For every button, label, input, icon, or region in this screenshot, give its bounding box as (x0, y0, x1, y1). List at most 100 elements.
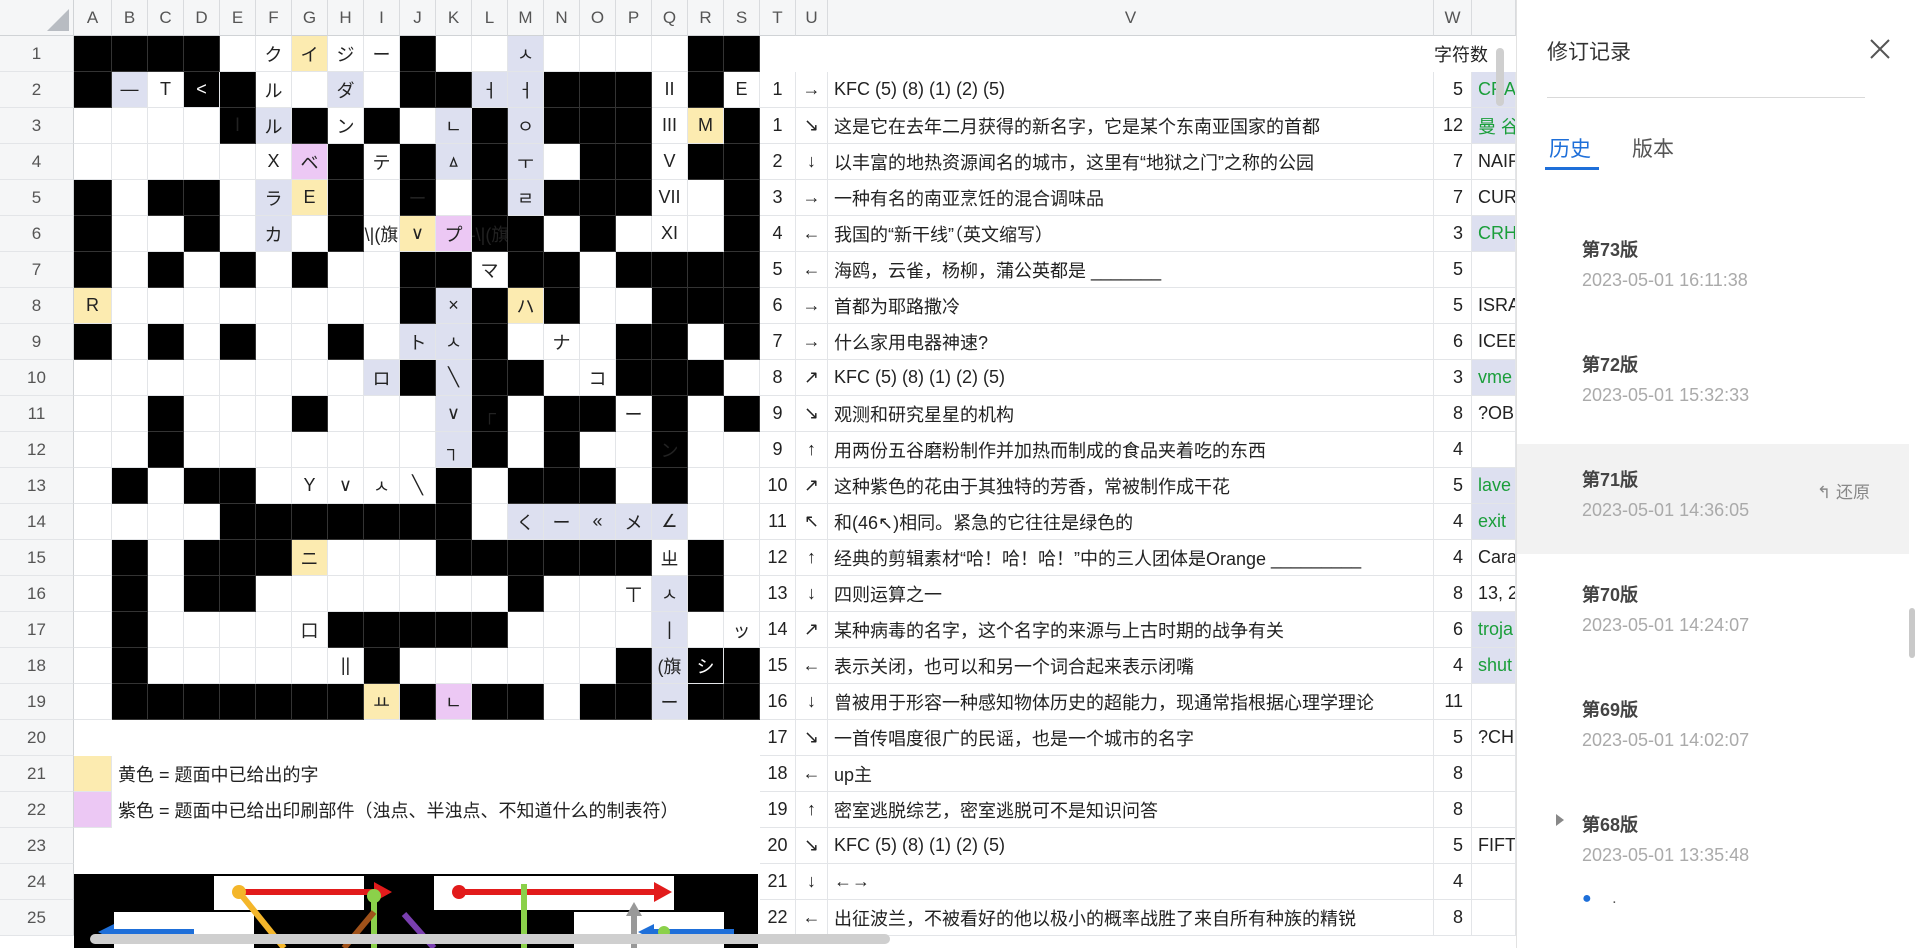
char-count[interactable]: 5 (1434, 72, 1472, 108)
grid-cell-text[interactable]: ー (652, 684, 688, 720)
grid-cell[interactable] (688, 432, 724, 468)
clue-direction[interactable]: ↗ (796, 468, 828, 504)
row-header-3[interactable]: 3 (0, 108, 74, 144)
grid-cell-black[interactable] (400, 288, 436, 324)
clue-number[interactable]: 1 (760, 72, 796, 108)
grid-cell[interactable] (74, 144, 112, 180)
grid-cell-text[interactable]: -\|(旗 (472, 216, 508, 252)
answer-cell[interactable] (1472, 756, 1516, 792)
grid-cell-black[interactable] (472, 360, 508, 396)
grid-cell[interactable] (220, 612, 256, 648)
grid-cell[interactable] (724, 540, 760, 576)
grid-cell[interactable] (544, 216, 580, 252)
row-header-2[interactable]: 2 (0, 72, 74, 108)
row-header-23[interactable]: 23 (0, 828, 74, 864)
grid-cell[interactable] (328, 252, 364, 288)
row-header-15[interactable]: 15 (0, 540, 74, 576)
clue-number[interactable]: 11 (760, 504, 796, 540)
grid-cell-text[interactable]: ベ (292, 144, 328, 180)
grid-cell[interactable] (688, 324, 724, 360)
grid-cell[interactable] (688, 216, 724, 252)
row-header-5[interactable]: 5 (0, 180, 74, 216)
grid-cell-text[interactable]: カ (256, 216, 292, 252)
column-header-m[interactable]: M (508, 0, 544, 36)
answer-cell[interactable]: troja (1472, 612, 1516, 648)
clue-text[interactable]: 一种有名的南亚烹饪的混合调味品 (828, 180, 1434, 216)
grid-cell-black[interactable] (724, 648, 760, 684)
grid-cell-black[interactable] (688, 576, 724, 612)
grid-cell[interactable] (256, 432, 292, 468)
grid-cell[interactable] (220, 288, 256, 324)
grid-cell[interactable] (472, 504, 508, 540)
grid-cell-black[interactable] (220, 468, 256, 504)
grid-cell-text[interactable]: ロ (364, 360, 400, 396)
grid-cell-black[interactable] (724, 396, 760, 432)
grid-cell[interactable] (472, 648, 508, 684)
grid-cell[interactable] (472, 468, 508, 504)
version-item[interactable]: 第69版 2023-05-01 14:02:07 (1517, 674, 1909, 784)
char-count[interactable]: 8 (1434, 900, 1472, 936)
grid-cell-text[interactable]: XI (652, 216, 688, 252)
clue-text[interactable]: KFC (5) (8) (1) (2) (5) (828, 828, 1434, 864)
row-header-14[interactable]: 14 (0, 504, 74, 540)
grid-cell-text[interactable]: ㄹ (508, 180, 544, 216)
grid-cell[interactable] (364, 540, 400, 576)
clue-number[interactable]: 9 (760, 432, 796, 468)
grid-cell-black[interactable] (508, 684, 544, 720)
grid-cell-black[interactable] (328, 144, 364, 180)
grid-cell-black[interactable] (328, 504, 364, 540)
grid-cell-text[interactable]: メ (616, 504, 652, 540)
row-header-24[interactable]: 24 (0, 864, 74, 900)
clue-number[interactable]: 4 (760, 216, 796, 252)
column-header-e[interactable]: E (220, 0, 256, 36)
grid-cell[interactable] (148, 468, 184, 504)
grid-cell-black[interactable] (74, 180, 112, 216)
grid-cell[interactable] (580, 612, 616, 648)
grid-cell-black[interactable] (328, 216, 364, 252)
grid-cell[interactable] (436, 36, 472, 72)
grid-cell-black[interactable] (544, 396, 580, 432)
grid-cell-text[interactable]: (旗 (652, 648, 688, 684)
row-header-9[interactable]: 9 (0, 324, 74, 360)
grid-cell-black[interactable] (688, 36, 724, 72)
column-header-p[interactable]: P (616, 0, 652, 36)
grid-cell-text[interactable]: ㅅ (436, 324, 472, 360)
grid-cell[interactable] (148, 576, 184, 612)
char-count[interactable]: 8 (1434, 396, 1472, 432)
answer-cell[interactable]: CRH (1472, 216, 1516, 252)
grid-cell-black[interactable] (436, 72, 472, 108)
clue-text[interactable]: 四则运算之一 (828, 576, 1434, 612)
grid-cell-black[interactable] (400, 684, 436, 720)
grid-cell-text[interactable]: ∨ (328, 468, 364, 504)
grid-cell[interactable] (184, 432, 220, 468)
answer-cell[interactable]: ISRA (1472, 288, 1516, 324)
grid-cell-text[interactable]: ー (616, 396, 652, 432)
grid-cell[interactable] (724, 576, 760, 612)
grid-cell-black[interactable] (400, 504, 436, 540)
grid-cell-text[interactable]: ー (400, 180, 436, 216)
row-header-17[interactable]: 17 (0, 612, 74, 648)
grid-cell[interactable] (508, 432, 544, 468)
clue-text[interactable]: 海鸥，云雀，杨柳，蒲公英都是 _______ (828, 252, 1434, 288)
grid-cell-black[interactable] (400, 252, 436, 288)
answer-cell[interactable]: 13, 2 (1472, 576, 1516, 612)
grid-cell-text[interactable]: ン (652, 432, 688, 468)
grid-cell[interactable] (328, 396, 364, 432)
grid-cell[interactable] (112, 216, 148, 252)
column-header-u[interactable]: U (796, 0, 828, 36)
grid-cell-black[interactable] (220, 684, 256, 720)
row-header-16[interactable]: 16 (0, 576, 74, 612)
grid-cell-text[interactable]: R (74, 288, 112, 324)
grid-cell-black[interactable] (580, 108, 616, 144)
answer-cell[interactable]: ICEB (1472, 324, 1516, 360)
grid-cell-black[interactable] (580, 180, 616, 216)
grid-cell-text[interactable]: Y (292, 468, 328, 504)
tab-history[interactable]: 历史 (1549, 133, 1591, 163)
grid-cell[interactable] (580, 288, 616, 324)
grid-cell[interactable] (292, 324, 328, 360)
clue-direction[interactable]: → (796, 324, 828, 360)
grid-cell[interactable] (328, 540, 364, 576)
grid-cell-text[interactable]: E (292, 180, 328, 216)
column-header-x[interactable] (1472, 0, 1516, 36)
grid-cell[interactable] (184, 396, 220, 432)
